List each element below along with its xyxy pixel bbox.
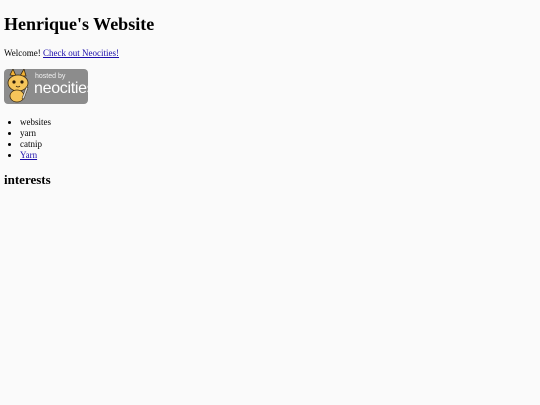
section-heading: interests [4, 172, 51, 187]
yarn-link[interactable]: Yarn [20, 150, 37, 160]
hosted-by-neocities-badge[interactable]: hosted by neocities [4, 69, 88, 104]
badge-neocities-text: neocities [34, 80, 88, 97]
welcome-line: Welcome! Check out Neocities! [4, 47, 119, 59]
neocities-cat-icon [7, 69, 29, 103]
list-item: catnip [20, 139, 51, 150]
page-title: Henrique's Website [4, 14, 155, 34]
neocities-link[interactable]: Check out Neocities! [43, 48, 119, 58]
list-item: yarn [20, 128, 51, 139]
interests-list: websites yarn catnip Yarn [4, 117, 51, 161]
list-item: websites [20, 117, 51, 128]
list-item: Yarn [20, 150, 51, 161]
page: Henrique's Website Welcome! Check out Ne… [0, 0, 540, 405]
welcome-text: Welcome! [4, 48, 44, 58]
